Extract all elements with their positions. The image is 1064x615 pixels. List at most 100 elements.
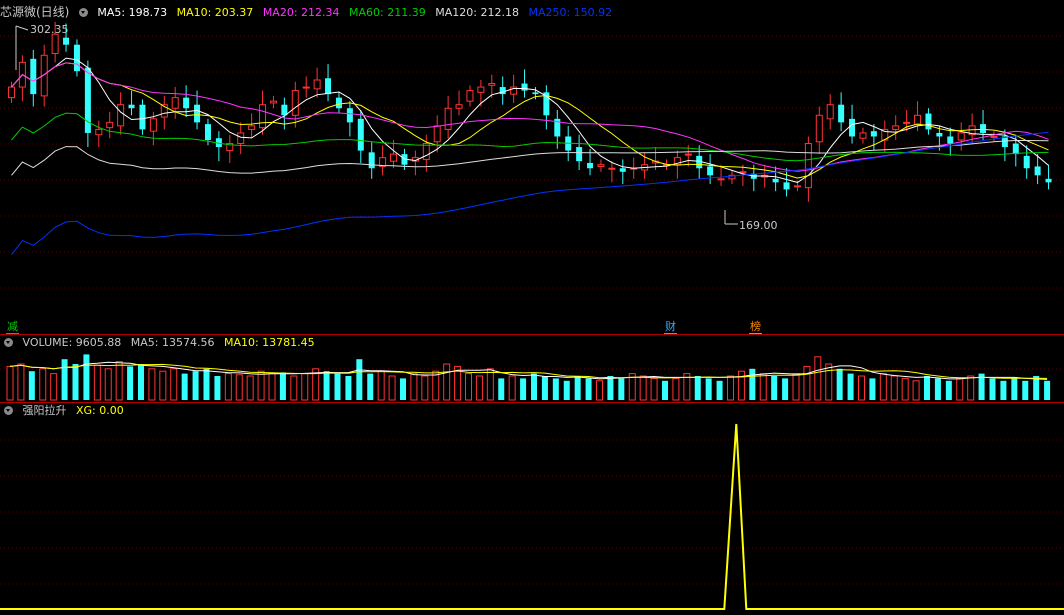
volume-bar (432, 370, 440, 401)
volume-bar (901, 377, 909, 401)
volume-bar (159, 370, 167, 401)
volume-bar (1044, 380, 1051, 400)
ma-line-10 (11, 62, 1049, 179)
volume-bar (967, 375, 975, 401)
candle-body (849, 118, 856, 137)
candle-body (684, 153, 692, 156)
candle-body (63, 37, 70, 45)
candle-body (30, 58, 37, 95)
candle-body (957, 132, 965, 141)
candle-body (783, 182, 790, 190)
candle-body (183, 97, 190, 109)
candle-body (608, 167, 616, 170)
candle-body (73, 44, 80, 72)
candle-body (488, 83, 496, 86)
volume-bar (192, 371, 199, 400)
volume-bar (618, 378, 625, 400)
volume-bar (531, 373, 537, 400)
candle-body (237, 132, 245, 145)
candle-body (368, 152, 375, 169)
xg-line (0, 423, 1064, 610)
volume-bar (290, 375, 298, 401)
candle-body (739, 171, 747, 174)
volume-bar (924, 376, 930, 400)
candle-body (149, 118, 157, 132)
volume-bar (541, 376, 548, 400)
candle-body (117, 104, 125, 127)
volume-bar (83, 354, 90, 400)
volume-bar (17, 363, 25, 401)
candle-body (521, 83, 528, 91)
volume-bar (400, 378, 406, 400)
volume-bar (138, 364, 144, 400)
volume-bar (410, 373, 418, 401)
candle-body (248, 125, 256, 130)
volume-bar (672, 377, 680, 401)
candle-body (1012, 143, 1019, 155)
candle-body (281, 104, 288, 116)
volume-bar (782, 378, 789, 400)
volume-bar (72, 364, 79, 400)
volume-bar (246, 375, 254, 401)
volume-bar (1011, 378, 1018, 400)
candle-body (422, 143, 430, 160)
volume-bar (607, 376, 614, 400)
volume-bar (356, 359, 363, 400)
candle-body (128, 104, 135, 109)
volume-bar (890, 375, 898, 401)
candle-body (346, 108, 353, 123)
candle-body (936, 132, 943, 137)
volume-bar (39, 368, 47, 401)
volume-bar (858, 375, 865, 401)
volume-bar (552, 378, 559, 400)
candle-body (914, 114, 922, 125)
volume-bar (170, 368, 178, 401)
volume-bar (1000, 380, 1007, 400)
candle-body (313, 79, 321, 90)
volume-bar (301, 373, 309, 401)
volume-bar (28, 371, 35, 400)
candle-body (925, 113, 932, 130)
candle-body (804, 143, 812, 189)
candle-body (532, 92, 539, 95)
candle-body (269, 100, 277, 104)
volume-bar (825, 363, 833, 401)
candle-body (815, 114, 823, 143)
volume-bar (585, 378, 592, 400)
candle-body (139, 104, 146, 130)
volume-bar (814, 356, 822, 401)
candle-body (870, 131, 877, 137)
candle-body (859, 132, 867, 139)
candle-body (838, 104, 845, 123)
volume-bar (50, 373, 58, 401)
volume-bar (148, 368, 156, 401)
candle-body (587, 162, 594, 169)
volume-bar (224, 373, 232, 401)
candle-body (335, 97, 342, 109)
volume-bar (771, 376, 778, 400)
volume-bar (563, 380, 570, 400)
volume-bar (792, 373, 800, 401)
volume-bar (727, 375, 734, 401)
candle-body (325, 78, 332, 95)
candle-body (499, 87, 506, 95)
volume-bar (127, 366, 134, 400)
candle-body (433, 125, 441, 143)
volume-bar (61, 359, 68, 400)
volume-bar (257, 370, 265, 401)
volume-bar (6, 365, 14, 401)
candle-body (597, 164, 605, 167)
volume-bar (956, 377, 964, 401)
volume-bar (475, 375, 483, 401)
volume-bar (650, 377, 658, 401)
volume-bar (912, 380, 920, 401)
volume-bar (1022, 380, 1029, 400)
volume-bar (737, 370, 745, 401)
volume-bar (388, 375, 396, 401)
candle-body (204, 124, 211, 140)
volume-bar (203, 368, 210, 400)
candle-body (390, 153, 398, 162)
candle-body (51, 33, 59, 55)
ma-line-5 (11, 57, 1049, 183)
volume-bar (268, 373, 276, 401)
